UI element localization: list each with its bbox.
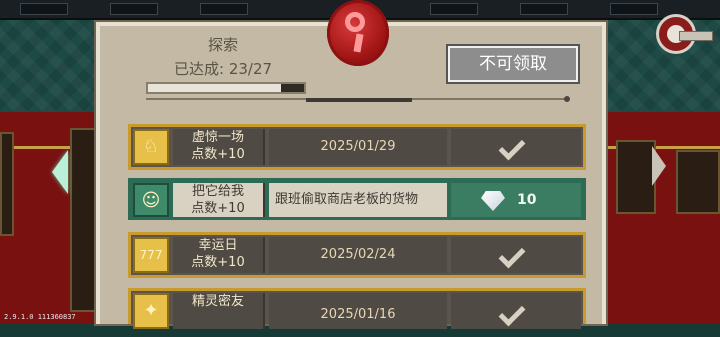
completion-date: 2025/01/29 [269,129,447,165]
achievement-row[interactable]: ♘ 虚惊一场 点数+10 2025/01/29 [128,124,586,170]
prev-page-arrow-icon[interactable] [52,150,68,194]
statue-far-right [676,150,720,214]
progress-fill [148,84,281,92]
achievement-description: 跟班偷取商店老板的货物 [269,183,447,217]
achievement-name: 把它给我 点数+10 [173,183,265,217]
diamond-icon [481,191,505,211]
version-label: 2.9.1.0 111360837 [4,313,76,321]
achievement-row[interactable]: ☺ 把它给我 点数+10 跟班偷取商店老板的货物 10 [128,178,586,220]
close-button[interactable] [656,14,713,54]
checkmark-icon [498,299,526,327]
claimed-status [451,237,581,273]
checkmark-icon [498,133,526,161]
checkmark-icon [498,241,526,269]
header-separator-accent [306,98,412,102]
wax-seal-magnifier-icon [327,0,389,66]
thief-icon: ☺ [133,183,169,217]
category-progress-bar [146,82,306,94]
reward-box[interactable]: 10 [451,183,581,217]
reward-amount: 10 [517,192,537,208]
category-title: 探索 [208,36,239,54]
achievement-row[interactable]: ✦ 精灵密友 2025/01/16 [128,288,586,329]
slot-777-icon: 777 [133,237,169,273]
claim-reward-button[interactable]: 不可领取 [448,46,578,82]
claimed-status [451,129,581,165]
achieved-count: 已达成: 23/27 [174,60,273,78]
achievement-name: 幸运日 点数+10 [173,237,265,273]
achievement-name: 虚惊一场 点数+10 [173,129,265,165]
completion-date: 2025/02/24 [269,237,447,273]
statue-left-edge [0,132,14,236]
achievement-row[interactable]: 777 幸运日 点数+10 2025/02/24 [128,232,586,278]
statue-pedestal-right [616,140,656,214]
next-page-arrow-icon[interactable] [652,146,666,186]
separator-dot [564,96,570,102]
bell-icon: ♘ [133,129,169,165]
